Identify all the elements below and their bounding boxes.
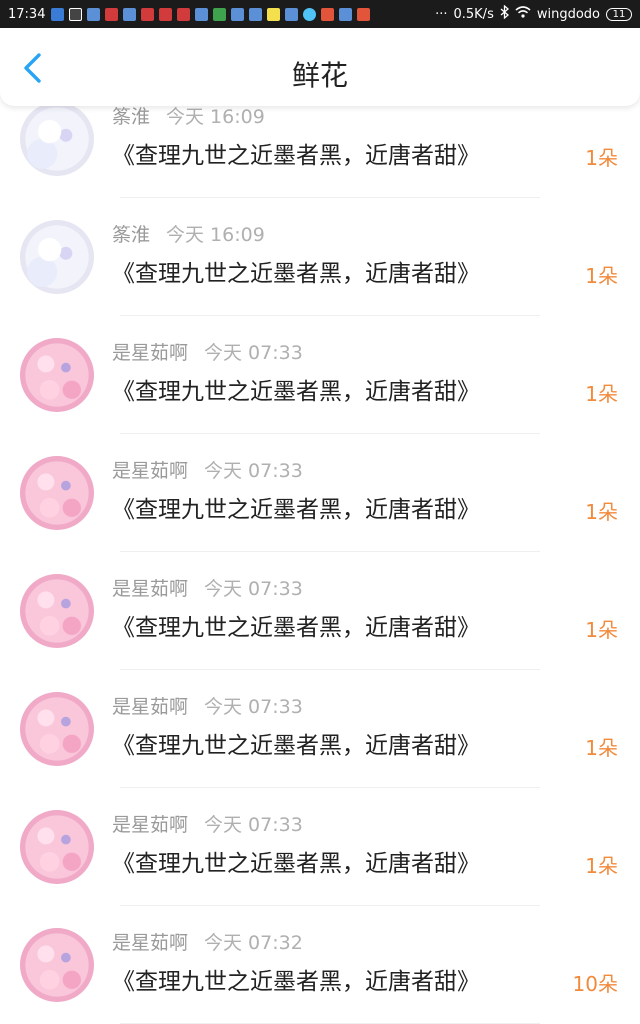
sender-name[interactable]: 是星茹啊 [112, 460, 188, 482]
list-item[interactable]: 是星茹啊 今天 07:33 《查理九世之近墨者黑，近唐者甜》 1朵 [0, 316, 640, 434]
notification-icons [51, 7, 371, 21]
gift-time: 今天 07:32 [204, 932, 303, 954]
sender-line: 是星茹啊 今天 07:33 [112, 338, 303, 365]
gift-time: 今天 07:33 [204, 696, 303, 718]
sender-name[interactable]: 筿淮 [112, 224, 150, 246]
sender-line: 是星茹啊 今天 07:33 [112, 456, 303, 483]
list-item[interactable]: 是星茹啊 今天 07:32 《查理九世之近墨者黑，近唐者甜》 10朵 [0, 906, 640, 1024]
list-item[interactable]: 筿淮 今天 16:09 《查理九世之近墨者黑，近唐者甜》 1朵 [0, 198, 640, 316]
list-item[interactable]: 是星茹啊 今天 07:33 《查理九世之近墨者黑，近唐者甜》 1朵 [0, 788, 640, 906]
avatar[interactable] [20, 574, 94, 648]
sender-line: 筿淮 今天 16:09 [112, 220, 265, 247]
avatar[interactable] [20, 692, 94, 766]
gift-time: 今天 07:33 [204, 460, 303, 482]
app-notification-icon [303, 7, 317, 21]
app-notification-icon [321, 7, 335, 21]
sender-line: 是星茹啊 今天 07:33 [112, 574, 303, 601]
battery-icon: 11 [606, 7, 632, 21]
book-title[interactable]: 《查理九世之近墨者黑，近唐者甜》 [112, 962, 480, 996]
status-time: 17:34 [8, 6, 46, 22]
flower-count: 1朵 [585, 736, 618, 760]
book-title[interactable]: 《查理九世之近墨者黑，近唐者甜》 [112, 726, 480, 760]
book-title[interactable]: 《查理九世之近墨者黑，近唐者甜》 [112, 136, 480, 170]
sender-line: 是星茹啊 今天 07:33 [112, 692, 303, 719]
wifi-icon [515, 6, 531, 22]
header-bar: 鲜花 [0, 28, 640, 106]
bluetooth-icon [500, 4, 509, 23]
app-notification-icon [141, 7, 155, 21]
app-notification-icon [123, 7, 137, 21]
avatar[interactable] [20, 456, 94, 530]
flower-count: 1朵 [585, 382, 618, 406]
sender-line: 是星茹啊 今天 07:33 [112, 810, 303, 837]
status-right: ··· 0.5K/s wingdodo 11 [435, 4, 632, 23]
app-notification-icon [213, 7, 227, 21]
book-title[interactable]: 《查理九世之近墨者黑，近唐者甜》 [112, 844, 480, 878]
flower-count: 1朵 [585, 854, 618, 878]
app-notification-icon [231, 7, 245, 21]
app-notification-icon [285, 7, 299, 21]
book-title[interactable]: 《查理九世之近墨者黑，近唐者甜》 [112, 490, 480, 524]
sender-name[interactable]: 是星茹啊 [112, 696, 188, 718]
app-notification-icon [105, 7, 119, 21]
avatar[interactable] [20, 928, 94, 1002]
list-item[interactable]: 是星茹啊 今天 07:33 《查理九世之近墨者黑，近唐者甜》 1朵 [0, 434, 640, 552]
app-notification-icon [69, 7, 83, 21]
app-notification-icon [177, 7, 191, 21]
gift-time: 今天 07:33 [204, 814, 303, 836]
avatar[interactable] [20, 220, 94, 294]
book-title[interactable]: 《查理九世之近墨者黑，近唐者甜》 [112, 372, 480, 406]
app-notification-icon [195, 7, 209, 21]
list-item[interactable]: 筿淮 今天 16:09 《查理九世之近墨者黑，近唐者甜》 1朵 [0, 106, 640, 198]
gift-time: 今天 16:09 [166, 224, 265, 246]
sender-name[interactable]: 是星茹啊 [112, 932, 188, 954]
avatar[interactable] [20, 106, 94, 176]
app-notification-icon [267, 7, 281, 21]
app-notification-icon [249, 7, 263, 21]
book-title[interactable]: 《查理九世之近墨者黑，近唐者甜》 [112, 254, 480, 288]
sender-name[interactable]: 是星茹啊 [112, 342, 188, 364]
app-notification-icon [159, 7, 173, 21]
avatar[interactable] [20, 810, 94, 884]
page-title: 鲜花 [291, 59, 348, 92]
avatar[interactable] [20, 338, 94, 412]
network-speed: 0.5K/s [453, 6, 494, 22]
app-notification-icon [357, 7, 371, 21]
flower-count: 1朵 [585, 500, 618, 524]
app-notification-icon [51, 7, 65, 21]
flower-count: 1朵 [585, 146, 618, 170]
list-item[interactable]: 是星茹啊 今天 07:33 《查理九世之近墨者黑，近唐者甜》 1朵 [0, 670, 640, 788]
wifi-name: wingdodo [536, 6, 600, 22]
more-icon: ··· [435, 6, 448, 22]
flower-count: 1朵 [585, 264, 618, 288]
flower-count: 1朵 [585, 618, 618, 642]
flower-count: 10朵 [572, 972, 618, 996]
app-notification-icon [339, 7, 353, 21]
sender-line: 是星茹啊 今天 07:32 [112, 928, 303, 955]
list-item[interactable]: 是星茹啊 今天 07:33 《查理九世之近墨者黑，近唐者甜》 1朵 [0, 552, 640, 670]
gift-time: 今天 07:33 [204, 578, 303, 600]
sender-name[interactable]: 筿淮 [112, 106, 150, 128]
sender-name[interactable]: 是星茹啊 [112, 578, 188, 600]
flower-gift-list[interactable]: 筿淮 今天 16:09 《查理九世之近墨者黑，近唐者甜》 1朵 筿淮 今天 16:0… [0, 106, 640, 1024]
gift-time: 今天 07:33 [204, 342, 303, 364]
sender-line: 筿淮 今天 16:09 [112, 106, 265, 129]
gift-time: 今天 16:09 [166, 106, 265, 128]
sender-name[interactable]: 是星茹啊 [112, 814, 188, 836]
app-notification-icon [87, 7, 101, 21]
status-bar: 17:34 ··· 0.5K/s wingdodo 11 [0, 0, 640, 28]
book-title[interactable]: 《查理九世之近墨者黑，近唐者甜》 [112, 608, 480, 642]
